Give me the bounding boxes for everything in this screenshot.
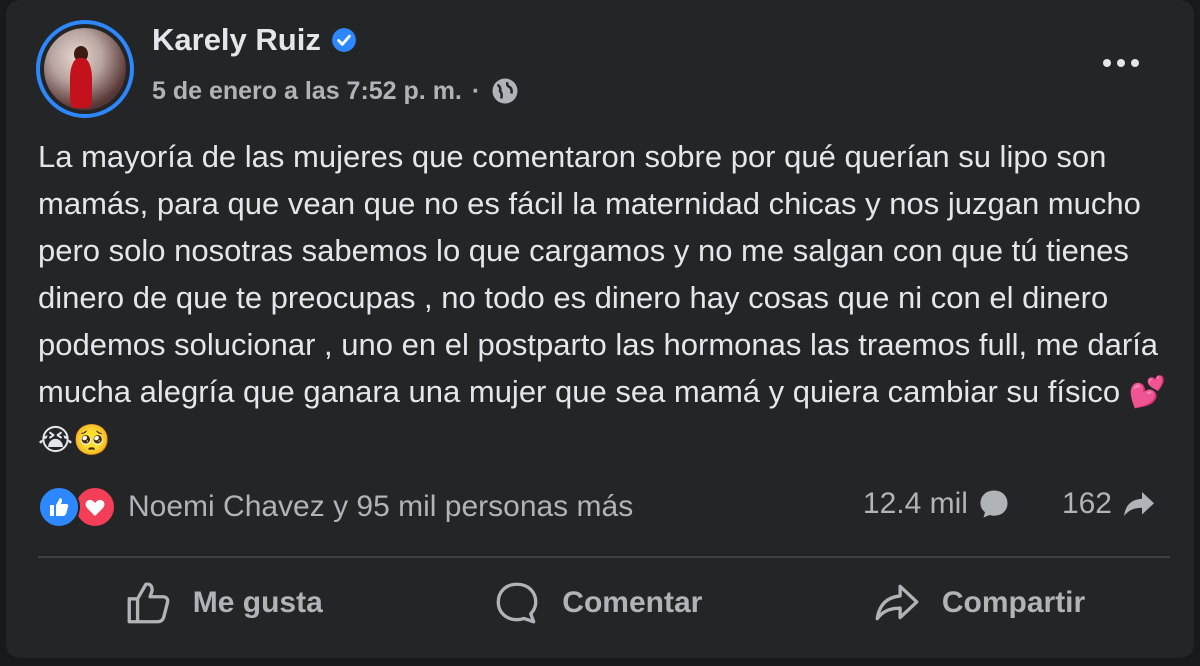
post-meta: 5 de enero a las 7:52 p. m. · (152, 76, 520, 106)
comment-button[interactable]: Comentar (472, 572, 722, 634)
post-text: La mayoría de las mujeres que comentaron… (38, 139, 1159, 409)
post-timestamp[interactable]: 5 de enero a las 7:52 p. m. (152, 77, 462, 106)
reactions-text[interactable]: Noemi Chavez y 95 mil personas más (128, 490, 633, 524)
comments-count[interactable]: 12.4 mil (863, 487, 968, 521)
share-button-label: Compartir (941, 586, 1086, 619)
like-reaction-icon (38, 486, 80, 528)
author-avatar[interactable] (36, 20, 134, 118)
reactions-summary[interactable]: Noemi Chavez y 95 mil personas más (38, 486, 633, 528)
engagement-counts: 12.4 mil 162 (863, 486, 1158, 522)
share-arrow-icon (1124, 492, 1154, 516)
shares-count[interactable]: 162 (1062, 487, 1112, 521)
like-button[interactable]: Me gusta (103, 572, 343, 634)
post-card: Karely Ruiz 5 de enero a las 7:52 p. m. … (6, 0, 1194, 658)
comment-bubble-icon (980, 490, 1008, 518)
divider (38, 556, 1170, 558)
comment-icon (496, 582, 538, 624)
avatar-photo (44, 28, 126, 110)
share-button[interactable]: Compartir (852, 572, 1105, 634)
more-options-icon[interactable] (1096, 48, 1146, 78)
post-body: La mayoría de las mujeres que comentaron… (38, 133, 1178, 464)
comment-button-label: Comentar (562, 586, 703, 619)
love-reaction-icon (74, 486, 116, 528)
globe-icon[interactable] (490, 76, 520, 106)
action-bar: Me gusta Comentar Compartir (38, 570, 1170, 636)
thumbs-up-icon (127, 582, 170, 624)
author-name[interactable]: Karely Ruiz (152, 22, 321, 58)
like-button-label: Me gusta (192, 586, 323, 619)
author-row: Karely Ruiz (152, 22, 357, 58)
meta-separator: · (471, 76, 481, 105)
verified-badge-icon (331, 28, 356, 52)
share-icon (875, 584, 919, 621)
